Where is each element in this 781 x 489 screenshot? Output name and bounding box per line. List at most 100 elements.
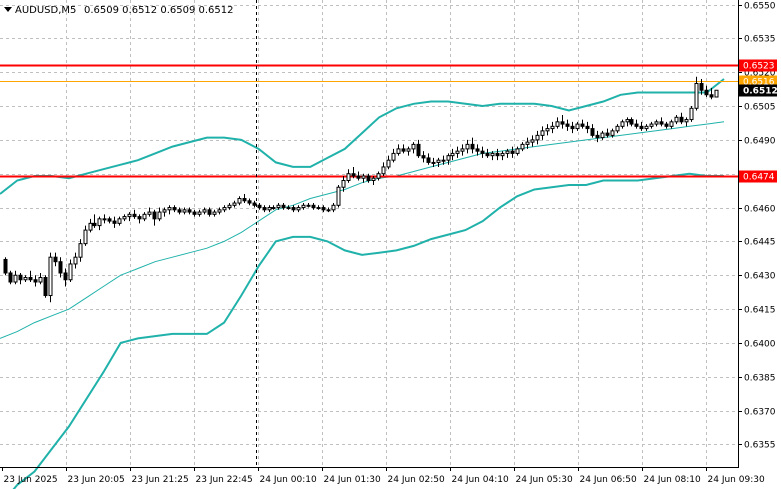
candle-body	[346, 173, 351, 181]
candle-body	[202, 209, 207, 213]
candle-body	[73, 256, 78, 265]
candle-body	[276, 204, 281, 209]
candle-body	[127, 213, 132, 218]
candle-body	[162, 209, 167, 213]
candle-body	[540, 130, 545, 136]
candle-body	[58, 261, 63, 274]
candle-body	[267, 207, 272, 211]
candle-body	[470, 143, 475, 150]
y-tick-label: 0.6370	[744, 408, 776, 418]
candle-body	[237, 198, 242, 204]
candle-body	[460, 148, 465, 152]
y-tick-label: 0.6490	[744, 137, 776, 147]
candle-body	[615, 125, 620, 132]
candle-body	[699, 82, 704, 91]
x-tick-label: 24 Jun 02:50	[388, 475, 445, 485]
candle-body	[18, 274, 23, 281]
candle-body	[23, 276, 28, 281]
candle-body	[610, 130, 615, 136]
y-tick-label: 0.6460	[744, 205, 776, 215]
y-tick-label: 0.6430	[744, 272, 776, 282]
candle-body	[510, 150, 515, 154]
candle-body	[679, 116, 684, 123]
candle-body	[262, 207, 267, 211]
candle-body	[500, 152, 505, 157]
candle-body	[659, 121, 664, 125]
candle-body	[63, 272, 68, 281]
candle-body	[689, 107, 694, 121]
candle-body	[222, 207, 227, 211]
x-tick-label: 23 Jun 2025	[4, 475, 58, 485]
candle-body	[530, 139, 535, 143]
candle-body	[654, 121, 659, 125]
candle-body	[102, 218, 107, 221]
candle-body	[401, 148, 406, 152]
candle-body	[644, 125, 649, 130]
y-tick-label: 0.6505	[744, 103, 776, 113]
candle-body	[714, 89, 719, 98]
candle-body	[281, 204, 286, 209]
candle-body	[192, 211, 197, 215]
candle-body	[431, 161, 436, 164]
candle-body	[207, 209, 212, 215]
candle-body	[441, 159, 446, 162]
candle-body	[112, 220, 117, 224]
y-tick-label: 0.6400	[744, 340, 776, 350]
candle-body	[8, 272, 13, 283]
candle-body	[197, 211, 202, 215]
candle-body	[625, 119, 630, 123]
candle-body	[257, 204, 262, 209]
candle-body	[137, 216, 142, 220]
candle-body	[53, 256, 58, 263]
candle-body	[669, 121, 674, 127]
x-tick-label: 23 Jun 22:45	[196, 475, 253, 485]
candle-body	[674, 116, 679, 123]
candle-body	[117, 218, 122, 224]
candle-body	[495, 152, 500, 157]
candle-body	[92, 222, 97, 227]
candle-body	[107, 218, 112, 222]
candle-body	[122, 216, 127, 220]
y-tick-label: 0.6550	[744, 2, 776, 12]
candle-body	[167, 207, 172, 211]
candle-body	[316, 207, 321, 210]
candle-body	[475, 148, 480, 152]
candle-body	[247, 200, 252, 204]
candle-body	[232, 202, 237, 206]
candle	[689, 106, 694, 122]
current-price-label: 0.6512	[743, 87, 778, 97]
candle-body	[694, 82, 699, 109]
level-tag-label: 0.6523	[743, 62, 775, 72]
symbol-label: AUDUSD,M5	[15, 5, 76, 16]
candle-body	[321, 207, 326, 211]
candle-body	[560, 121, 565, 125]
chart-canvas: 0.65500.65350.65200.65050.64900.64750.64…	[0, 0, 781, 489]
x-tick-label: 24 Jun 04:10	[452, 475, 509, 485]
candle-body	[376, 173, 381, 179]
candle-body	[381, 166, 386, 175]
candle-body	[515, 148, 520, 154]
candle-body	[43, 276, 48, 297]
candle-body	[252, 202, 257, 206]
candle-body	[147, 211, 152, 215]
chart-background	[0, 0, 781, 489]
candle-body	[446, 155, 451, 161]
candle-body	[629, 119, 634, 125]
candle-body	[48, 256, 53, 297]
candle-body	[411, 143, 416, 150]
candle-body	[426, 157, 431, 163]
candle-body	[639, 125, 644, 130]
candle	[8, 270, 13, 285]
candle-body	[396, 148, 401, 154]
candle-body	[97, 218, 102, 227]
candle-body	[391, 152, 396, 161]
candle-body	[306, 204, 311, 207]
candle-body	[366, 175, 371, 181]
candle-body	[38, 276, 43, 283]
candle-body	[520, 143, 525, 150]
candle-body	[187, 209, 192, 213]
x-tick-label: 24 Jun 08:10	[644, 475, 701, 485]
candle-body	[28, 276, 33, 281]
candle-body	[78, 243, 83, 258]
candle-body	[301, 204, 306, 209]
